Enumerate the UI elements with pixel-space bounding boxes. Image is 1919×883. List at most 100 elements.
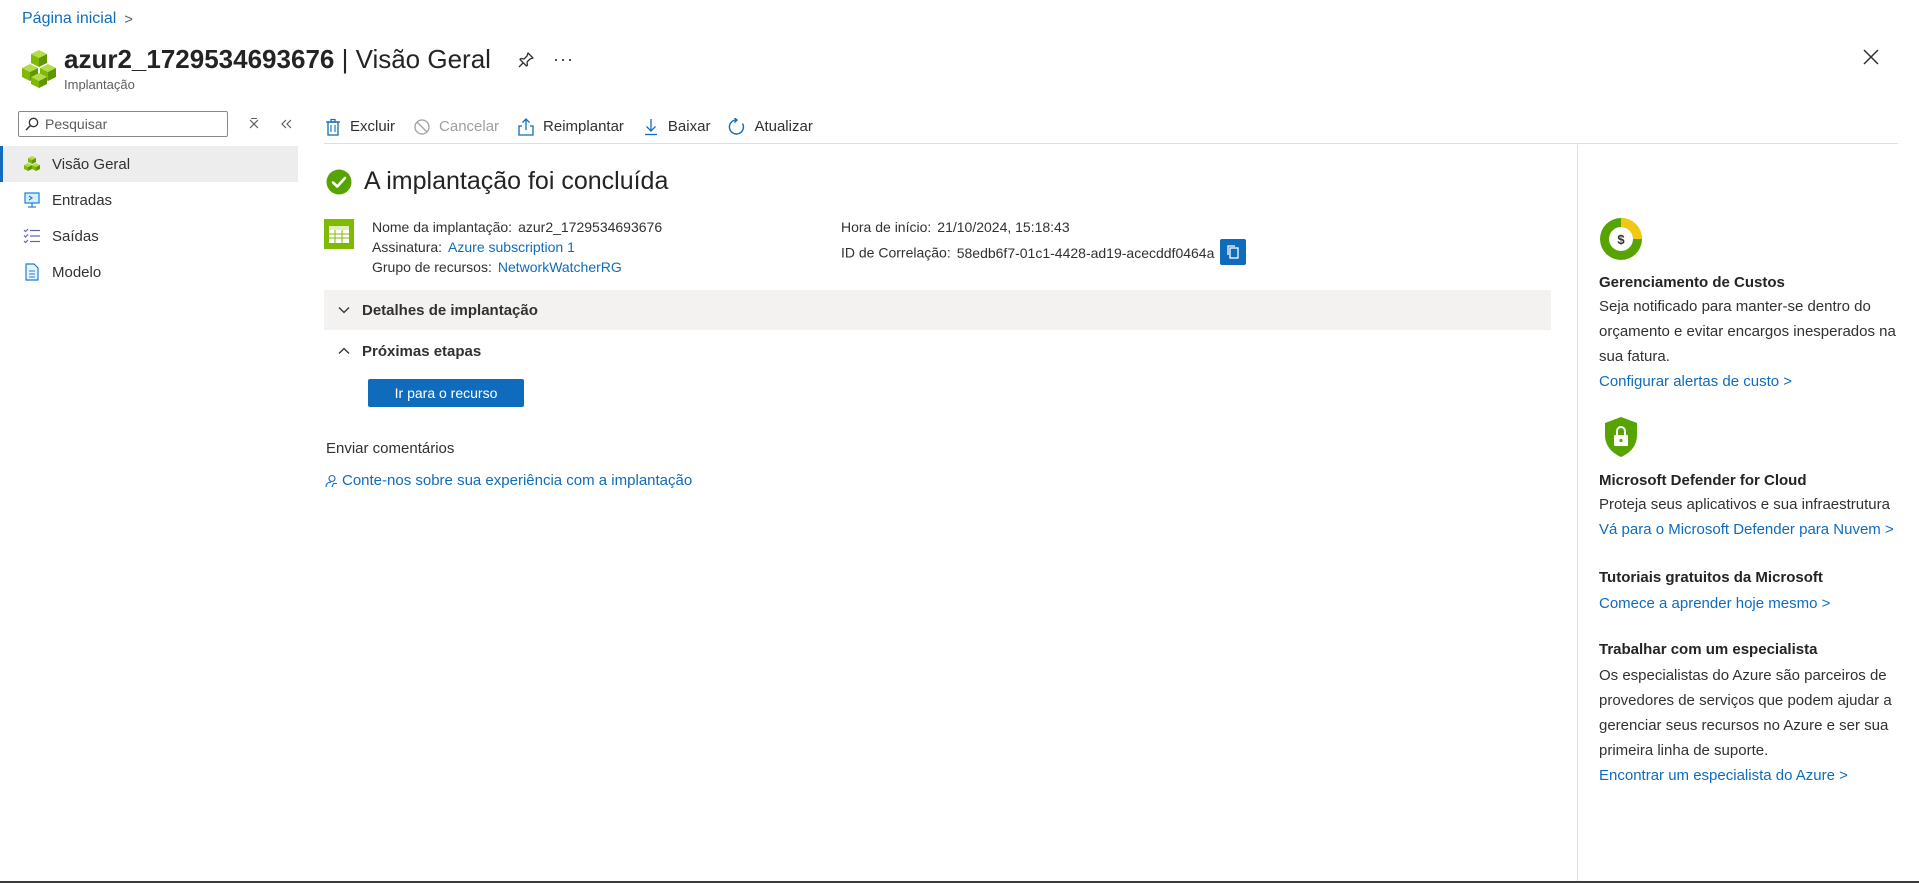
cancel-label: Cancelar xyxy=(439,118,500,135)
redeploy-button[interactable]: Reimplantar xyxy=(517,117,624,136)
inputs-icon xyxy=(22,190,42,210)
breadcrumb-home-link[interactable]: Página inicial xyxy=(22,10,116,28)
chevron-down-icon xyxy=(338,307,350,314)
deployment-status: A implantação foi concluída xyxy=(326,167,668,196)
cancel-button[interactable]: Cancelar xyxy=(413,118,499,136)
defender-desc: Proteja seus aplicativos e sua infraestr… xyxy=(1599,496,1890,513)
expert-card: Trabalhar com um especialista Os especia… xyxy=(1599,639,1899,788)
deployment-details-label: Detalhes de implantação xyxy=(362,301,538,319)
defender-card: Microsoft Defender for Cloud Proteja seu… xyxy=(1599,415,1899,542)
clear-filter-icon[interactable] xyxy=(246,116,262,132)
close-icon[interactable] xyxy=(1861,47,1881,67)
sidebar-item-label: Saídas xyxy=(52,227,99,245)
start-time-label: Hora de início: xyxy=(841,219,932,235)
go-to-resource-button[interactable]: Ir para o recurso xyxy=(368,379,524,407)
feedback-link-label: Conte-nos sobre sua experiência com a im… xyxy=(342,472,693,489)
subscription-link[interactable]: Azure subscription 1 xyxy=(448,239,575,255)
download-label: Baixar xyxy=(667,118,711,135)
page-title: azur2_1729534693676 | Visão Geral xyxy=(64,44,491,75)
refresh-button[interactable]: Atualizar xyxy=(728,117,813,136)
deployment-icon xyxy=(22,154,42,174)
page-name: | Visão Geral xyxy=(341,44,491,74)
correlation-label: ID de Correlação: xyxy=(841,244,951,261)
summary-column-left: Nome da implantação: azur2_1729534693676 … xyxy=(372,217,662,277)
delete-button[interactable]: Excluir xyxy=(324,118,395,136)
cost-icon-glyph: $ xyxy=(1617,232,1625,247)
deployment-name-label: Nome da implantação: xyxy=(372,219,513,235)
search-input[interactable] xyxy=(45,116,215,132)
redeploy-label: Reimplantar xyxy=(543,118,624,135)
shield-lock-icon xyxy=(1605,417,1637,457)
cost-management-title: Gerenciamento de Custos xyxy=(1599,274,1785,291)
sidebar-item-label: Entradas xyxy=(52,191,113,209)
next-steps-section[interactable]: Próximas etapas xyxy=(324,331,1551,371)
feedback-title: Enviar comentários xyxy=(326,440,455,457)
sidebar-item-modelo[interactable]: Modelo xyxy=(0,254,298,290)
delete-label: Excluir xyxy=(350,118,396,135)
cost-management-icon: $ xyxy=(1600,218,1642,260)
search-box[interactable] xyxy=(18,111,228,137)
expert-desc: Os especialistas do Azure são parceiros … xyxy=(1599,667,1892,759)
sidebar-item-label: Visão Geral xyxy=(52,155,131,173)
download-button[interactable]: Baixar xyxy=(642,118,711,136)
chevron-up-icon xyxy=(338,347,350,354)
cost-management-card: $ Gerenciamento de Custos Seja notificad… xyxy=(1599,217,1899,394)
cost-management-desc: Seja notificado para manter-se dentro do… xyxy=(1599,298,1896,365)
feedback-link[interactable]: Conte-nos sobre sua experiência com a im… xyxy=(324,472,692,489)
deployment-resource-icon xyxy=(22,50,56,88)
refresh-label: Atualizar xyxy=(754,118,813,135)
deployment-name-value: azur2_1729534693676 xyxy=(518,219,663,235)
deployment-summary: Nome da implantação: azur2_1729534693676 … xyxy=(324,217,1578,277)
right-panel: $ Gerenciamento de Custos Seja notificad… xyxy=(1577,145,1919,883)
start-time-value: 21/10/2024, 15:18:43 xyxy=(937,219,1070,235)
status-title: A implantação foi concluída xyxy=(364,167,669,195)
start-time-row: Hora de início: 21/10/2024, 15:18:43 xyxy=(841,217,1246,237)
resource-group-link[interactable]: NetworkWatcherRG xyxy=(498,259,622,275)
copy-icon[interactable] xyxy=(1220,239,1247,265)
resource-group-row: Grupo de recursos: NetworkWatcherRG xyxy=(372,257,662,277)
collapse-sidebar-icon[interactable] xyxy=(278,116,294,132)
defender-title: Microsoft Defender for Cloud xyxy=(1599,472,1807,489)
sidebar-item-label: Modelo xyxy=(52,263,102,281)
trash-icon xyxy=(326,118,340,136)
correlation-value: 58edb6f7-01c1-4428-ad19-acecddf0464a xyxy=(956,244,1215,261)
deployment-name-row: Nome da implantação: azur2_1729534693676 xyxy=(372,217,662,237)
cancel-icon xyxy=(414,118,430,135)
sidebar-nav: Visão Geral Entradas Saídas Modelo xyxy=(0,146,298,290)
correlation-row: ID de Correlação: 58edb6f7-01c1-4428-ad19… xyxy=(841,239,1247,267)
subscription-row: Assinatura: Azure subscription 1 xyxy=(372,237,662,257)
resource-name: azur2_1729534693676 xyxy=(64,44,335,74)
success-check-icon xyxy=(326,169,352,194)
cost-alerts-link[interactable]: Configurar alertas de custo > xyxy=(1599,369,1899,394)
pin-icon[interactable] xyxy=(517,51,535,69)
sidebar: Visão Geral Entradas xyxy=(0,110,298,290)
refresh-icon xyxy=(729,117,745,135)
sidebar-search-row xyxy=(0,110,298,138)
subscription-label: Assinatura: xyxy=(372,239,443,255)
tutorials-link[interactable]: Comece a aprender hoje mesmo > xyxy=(1599,591,1899,616)
defender-link[interactable]: Vá para o Microsoft Defender para Nuvem … xyxy=(1599,517,1899,542)
feedback-icon xyxy=(325,474,337,487)
sidebar-item-saidas[interactable]: Saídas xyxy=(0,218,298,254)
more-options-icon[interactable]: ··· xyxy=(553,49,574,70)
sidebar-item-visao-geral[interactable]: Visão Geral xyxy=(0,146,298,182)
summary-column-right: Hora de início: 21/10/2024, 15:18:43 ID d… xyxy=(841,217,1247,267)
expert-title: Trabalhar com um especialista xyxy=(1599,641,1818,658)
sidebar-item-entradas[interactable]: Entradas xyxy=(0,182,298,218)
template-icon xyxy=(22,262,42,282)
upload-icon xyxy=(518,117,534,136)
next-steps-label: Próximas etapas xyxy=(362,342,482,360)
download-icon xyxy=(644,118,657,135)
deployment-details-icon xyxy=(324,219,354,249)
search-icon xyxy=(25,117,39,131)
expert-link[interactable]: Encontrar um especialista do Azure > xyxy=(1599,763,1899,788)
deployment-details-section[interactable]: Detalhes de implantação xyxy=(324,290,1551,330)
resource-group-label: Grupo de recursos: xyxy=(372,259,492,275)
command-bar: Excluir Cancelar Reimplantar Baixar Atua… xyxy=(324,110,1898,144)
outputs-icon xyxy=(22,226,42,246)
breadcrumb-separator: > xyxy=(124,10,134,28)
page-header: azur2_1729534693676 | Visão Geral ··· Im… xyxy=(20,44,574,92)
tutorials-title: Tutoriais gratuitos da Microsoft xyxy=(1599,569,1823,586)
tutorials-card: Tutoriais gratuitos da Microsoft Comece … xyxy=(1599,567,1899,616)
resource-type: Implantação xyxy=(64,77,135,92)
